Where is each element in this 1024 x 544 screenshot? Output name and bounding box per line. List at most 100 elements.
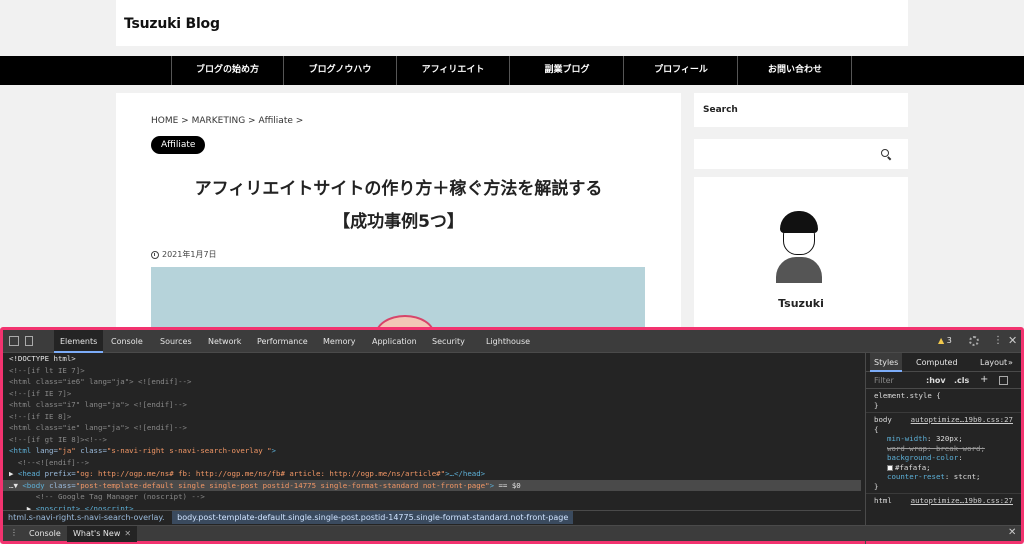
more-options-icon[interactable]: ⋮ — [993, 334, 1003, 348]
tab-lighthouse[interactable]: Lighthouse — [480, 330, 536, 353]
dom-node-row[interactable]: ▶ <head prefix="og: http://ogp.me/ns# fb… — [3, 468, 861, 480]
tab-styles[interactable]: Styles — [870, 353, 903, 372]
html-rule-source[interactable]: autoptimize…19b0.css:27 — [911, 496, 1013, 506]
css-property[interactable]: background-color: — [874, 453, 1013, 463]
element-style-rule[interactable]: element.style { } — [866, 389, 1021, 412]
cls-toggle[interactable]: .cls — [954, 376, 969, 385]
tab-memory[interactable]: Memory — [317, 330, 362, 353]
sidebar-toggle-icon[interactable] — [999, 376, 1008, 385]
drawer-close-icon[interactable]: ✕ — [1008, 527, 1016, 538]
dom-token: <!-- Google Tag Manager (noscript) --> — [9, 492, 205, 501]
css-property-name: counter-reset — [887, 472, 945, 481]
dom-token: prefix= — [44, 469, 76, 478]
tab-elements[interactable]: Elements — [54, 330, 104, 353]
dom-token: lang= — [35, 446, 58, 455]
tab-network[interactable]: Network — [202, 330, 247, 353]
search-input[interactable] — [694, 139, 908, 169]
body-selector: body — [874, 415, 892, 424]
dom-node-row[interactable]: …▼ <body class="post-template-default si… — [3, 479, 861, 491]
nav-item-profile[interactable]: プロフィール — [625, 56, 738, 85]
close-icon[interactable]: ✕ — [1008, 334, 1017, 348]
dom-node-row[interactable]: <!--[if IE 8]> — [3, 411, 861, 423]
css-property-value: 320px; — [935, 434, 963, 443]
dom-token: > — [271, 446, 276, 455]
tab-sources[interactable]: Sources — [154, 330, 198, 353]
drawer-tab-whats-new[interactable]: What's New ✕ — [67, 526, 138, 542]
avatar — [776, 211, 822, 283]
dom-tree[interactable]: <!DOCTYPE html> <!--[if lt IE 7]> <html cl… — [3, 353, 861, 510]
dom-node-row[interactable]: <!DOCTYPE html> — [3, 353, 861, 365]
devtools-panel: Elements Console Sources Network Perform… — [0, 327, 1024, 544]
dom-token: == $0 — [494, 480, 521, 490]
css-property-value: #fafafa; — [895, 462, 931, 472]
dom-node-row[interactable]: <html lang="ja" class="s-navi-right s-na… — [3, 445, 861, 457]
search-icon[interactable] — [881, 149, 889, 157]
dom-token: <!--[if IE 7]> — [9, 388, 72, 398]
color-swatch-icon[interactable] — [887, 464, 893, 471]
dom-token: <body — [22, 480, 50, 490]
dom-token: class= — [49, 480, 76, 490]
dom-token: ▶ — [9, 469, 18, 478]
more-tabs-icon[interactable]: » — [1008, 353, 1013, 372]
drawer-tab-console[interactable]: Console — [23, 526, 67, 542]
crumb-html[interactable]: html.s-navi-right.s-navi-search-overlay. — [3, 511, 170, 524]
dom-node-row[interactable]: <!--<![endif]--> — [3, 457, 861, 469]
dom-node-row[interactable]: <!-- Google Tag Manager (noscript) --> — [3, 491, 861, 503]
drawer-menu-icon[interactable]: ⋮ — [10, 528, 18, 537]
body-properties: min-width: 320px; word-wrap: break-word; b… — [874, 434, 1013, 482]
site-header: Tsuzuki Blog — [116, 0, 908, 46]
nav-item-blog-knowhow[interactable]: ブログノウハウ — [284, 56, 397, 85]
post-title-line2: 【成功事例5つ】 — [333, 212, 464, 232]
gear-icon[interactable] — [969, 336, 979, 346]
breadcrumb[interactable]: HOME > MARKETING > Affiliate > — [151, 116, 303, 126]
dom-token: <!--[if gt IE 8]><!--> — [9, 434, 107, 444]
css-property[interactable]: counter-reset: stcnt; — [874, 472, 1013, 482]
css-property-name: word-wrap — [887, 443, 928, 453]
html-style-rule[interactable]: html autoptimize…19b0.css:27 — [866, 493, 1021, 508]
dom-token: >…</head> — [445, 469, 486, 478]
styles-pane: Styles Computed Layout » Filter :hov .cl… — [866, 353, 1021, 510]
nav-item-affiliate[interactable]: アフィリエイト — [397, 56, 510, 85]
tab-layout[interactable]: Layout — [976, 353, 1011, 372]
tab-application[interactable]: Application — [366, 330, 423, 353]
element-style-selector: element.style { — [874, 391, 941, 400]
dom-node-row[interactable]: <html class="i7" lang="ja"> <![endif]--> — [3, 399, 861, 411]
css-property-name: background-color — [887, 453, 959, 462]
category-badge[interactable]: Affiliate — [151, 136, 206, 154]
dom-node-row[interactable]: <html class="ie6" lang="ja"> <![endif]--… — [3, 376, 861, 388]
hero-image — [151, 267, 645, 333]
body-style-rule[interactable]: body autoptimize…19b0.css:27 { min-width… — [866, 412, 1021, 493]
inspect-element-icon[interactable] — [9, 336, 19, 346]
nav-item-blog-start[interactable]: ブログの始め方 — [171, 56, 284, 85]
tab-computed[interactable]: Computed — [912, 353, 962, 372]
hov-toggle[interactable]: :hov — [926, 376, 946, 385]
styles-filter-input[interactable]: Filter — [874, 376, 894, 385]
dom-token: <html class="ie6" lang="ja"> <![endif]--… — [9, 377, 192, 386]
styles-filter-bar: Filter :hov .cls + — [866, 372, 1021, 389]
new-rule-icon[interactable]: + — [980, 374, 988, 385]
dom-node-row[interactable]: <html class="ie" lang="ja"> <![endif]--> — [3, 422, 861, 434]
css-property[interactable]: min-width: 320px; — [874, 434, 1013, 444]
css-property[interactable]: #fafafa; — [874, 463, 1013, 473]
dom-token: "s-navi-right s-navi-search-overlay " — [106, 446, 272, 455]
tab-performance[interactable]: Performance — [251, 330, 314, 353]
css-property[interactable]: word-wrap: break-word; — [874, 444, 1013, 454]
body-rule-source[interactable]: autoptimize…19b0.css:27 — [911, 415, 1013, 425]
dom-node-row[interactable]: ▶ <noscript>…</noscript> — [3, 503, 861, 511]
tab-security[interactable]: Security — [426, 330, 471, 353]
site-title[interactable]: Tsuzuki Blog — [124, 16, 220, 32]
close-tab-icon[interactable]: ✕ — [124, 529, 131, 538]
nav-item-side-job[interactable]: 副業ブログ — [511, 56, 624, 85]
dom-node-row[interactable]: <!--[if IE 7]> — [3, 388, 861, 400]
profile-name: Tsuzuki — [778, 297, 824, 310]
warning-counter[interactable]: ▲ 3 — [938, 336, 952, 345]
sidebar-search-heading: Search — [694, 93, 908, 127]
dom-node-row[interactable]: <!--[if lt IE 7]> — [3, 365, 861, 377]
dom-node-row[interactable]: <!--[if gt IE 8]><!--> — [3, 434, 861, 446]
tab-console[interactable]: Console — [105, 330, 149, 353]
post-title-line1: アフィリエイトサイトの作り方＋稼ぐ方法を解説する — [194, 179, 603, 199]
dom-token: <html class="ie" lang="ja"> <![endif]--> — [9, 423, 187, 432]
nav-item-contact[interactable]: お問い合わせ — [739, 56, 852, 85]
device-toolbar-icon[interactable] — [25, 336, 33, 346]
crumb-body[interactable]: body.post-template-default.single.single… — [172, 511, 574, 524]
